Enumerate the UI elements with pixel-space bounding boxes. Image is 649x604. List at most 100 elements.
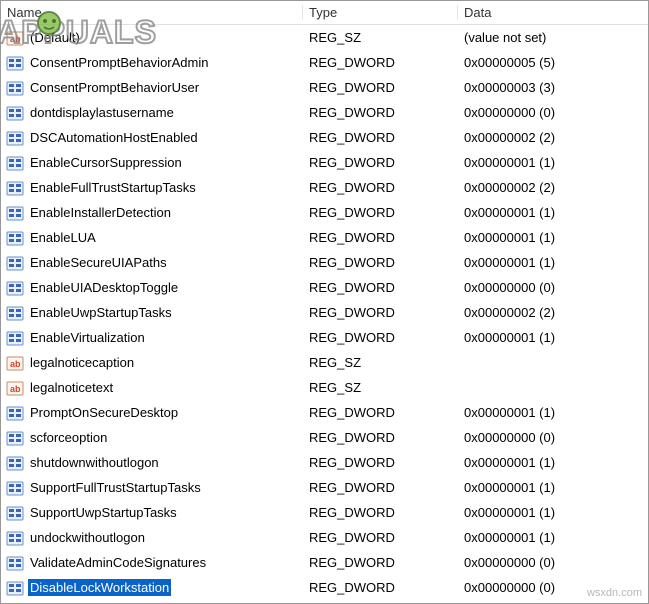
value-name-cell: DSCAutomationHostEnabled (1, 129, 303, 147)
value-data: (value not set) (458, 30, 648, 45)
value-type: REG_DWORD (303, 255, 458, 270)
value-name-cell: ab legalnoticecaption (1, 354, 303, 372)
registry-value-row[interactable]: EnableVirtualizationREG_DWORD0x00000001 … (1, 325, 648, 350)
value-type: REG_SZ (303, 355, 458, 370)
value-name-cell: EnableFullTrustStartupTasks (1, 179, 303, 197)
value-name-cell: DisableLockWorkstation (1, 579, 303, 597)
value-name: ConsentPromptBehaviorUser (28, 79, 201, 96)
value-type: REG_DWORD (303, 430, 458, 445)
value-name: ConsentPromptBehaviorAdmin (28, 54, 210, 71)
registry-value-row[interactable]: scforceoptionREG_DWORD0x00000000 (0) (1, 425, 648, 450)
value-type: REG_DWORD (303, 55, 458, 70)
value-type: REG_DWORD (303, 580, 458, 595)
value-type: REG_DWORD (303, 305, 458, 320)
registry-value-row[interactable]: EnableInstallerDetectionREG_DWORD0x00000… (1, 200, 648, 225)
value-data: 0x00000001 (1) (458, 330, 648, 345)
reg-dword-icon (6, 54, 24, 72)
registry-value-row[interactable]: shutdownwithoutlogonREG_DWORD0x00000001 … (1, 450, 648, 475)
registry-value-row[interactable]: EnableUIADesktopToggleREG_DWORD0x0000000… (1, 275, 648, 300)
reg-dword-icon (6, 279, 24, 297)
value-data: 0x00000001 (1) (458, 505, 648, 520)
reg-dword-icon (6, 429, 24, 447)
registry-value-row[interactable]: ab legalnoticetextREG_SZ (1, 375, 648, 400)
value-type: REG_DWORD (303, 80, 458, 95)
svg-text:ab: ab (10, 359, 21, 369)
reg-dword-icon (6, 229, 24, 247)
reg-sz-icon: ab (6, 354, 24, 372)
reg-sz-icon: ab (6, 29, 24, 47)
value-type: REG_DWORD (303, 405, 458, 420)
value-name-cell: EnableUwpStartupTasks (1, 304, 303, 322)
value-name: EnableInstallerDetection (28, 204, 173, 221)
value-name-cell: dontdisplaylastusername (1, 104, 303, 122)
registry-value-row[interactable]: EnableFullTrustStartupTasksREG_DWORD0x00… (1, 175, 648, 200)
value-name-cell: EnableInstallerDetection (1, 204, 303, 222)
value-name: EnableCursorSuppression (28, 154, 184, 171)
value-data: 0x00000001 (1) (458, 530, 648, 545)
value-type: REG_DWORD (303, 280, 458, 295)
registry-value-row[interactable]: dontdisplaylastusernameREG_DWORD0x000000… (1, 100, 648, 125)
watermark-text: wsxdn.com (587, 587, 642, 599)
registry-value-row[interactable]: SupportUwpStartupTasksREG_DWORD0x0000000… (1, 500, 648, 525)
value-data: 0x00000002 (2) (458, 305, 648, 320)
reg-dword-icon (6, 79, 24, 97)
value-name: undockwithoutlogon (28, 529, 147, 546)
value-name-cell: EnableLUA (1, 229, 303, 247)
column-header-data[interactable]: Data (458, 5, 648, 20)
column-header-row: Name Type Data (1, 1, 648, 25)
value-data: 0x00000001 (1) (458, 230, 648, 245)
value-data: 0x00000001 (1) (458, 480, 648, 495)
value-name-cell: shutdownwithoutlogon (1, 454, 303, 472)
value-type: REG_DWORD (303, 330, 458, 345)
reg-dword-icon (6, 529, 24, 547)
value-name-cell: ab (Default) (1, 29, 303, 47)
registry-value-row[interactable]: ValidateAdminCodeSignatures REG_DWORD0x00… (1, 550, 648, 575)
value-name: EnableFullTrustStartupTasks (28, 179, 198, 196)
registry-value-row[interactable]: PromptOnSecureDesktop REG_DWORD0x00000001… (1, 400, 648, 425)
registry-value-row[interactable]: ConsentPromptBehaviorUserREG_DWORD0x0000… (1, 75, 648, 100)
value-type: REG_DWORD (303, 155, 458, 170)
registry-value-row[interactable]: EnableLUA REG_DWORD0x00000001 (1) (1, 225, 648, 250)
value-type: REG_DWORD (303, 555, 458, 570)
value-name-cell: ValidateAdminCodeSignatures (1, 554, 303, 572)
value-name: EnableLUA (28, 229, 98, 246)
value-type: REG_DWORD (303, 455, 458, 470)
value-name-cell: EnableCursorSuppression (1, 154, 303, 172)
registry-value-row[interactable]: DSCAutomationHostEnabledREG_DWORD0x00000… (1, 125, 648, 150)
value-type: REG_DWORD (303, 505, 458, 520)
registry-value-row[interactable]: ConsentPromptBehaviorAdmin REG_DWORD0x000… (1, 50, 648, 75)
value-name: legalnoticetext (28, 379, 115, 396)
value-name-cell: ab legalnoticetext (1, 379, 303, 397)
value-name: legalnoticecaption (28, 354, 136, 371)
registry-value-row[interactable]: DisableLockWorkstationREG_DWORD0x0000000… (1, 575, 648, 600)
reg-dword-icon (6, 179, 24, 197)
svg-text:ab: ab (10, 34, 21, 44)
registry-value-row[interactable]: undockwithoutlogonREG_DWORD0x00000001 (1… (1, 525, 648, 550)
value-data: 0x00000000 (0) (458, 555, 648, 570)
registry-value-row[interactable]: ab legalnoticecaptionREG_SZ (1, 350, 648, 375)
column-header-type[interactable]: Type (303, 5, 458, 20)
value-data: 0x00000001 (1) (458, 405, 648, 420)
value-name: PromptOnSecureDesktop (28, 404, 180, 421)
registry-value-row[interactable]: EnableUwpStartupTasks REG_DWORD0x00000002… (1, 300, 648, 325)
registry-value-row[interactable]: EnableCursorSuppressionREG_DWORD0x000000… (1, 150, 648, 175)
reg-dword-icon (6, 404, 24, 422)
value-data: 0x00000002 (2) (458, 130, 648, 145)
value-type: REG_SZ (303, 30, 458, 45)
value-data: 0x00000000 (0) (458, 280, 648, 295)
registry-value-row[interactable]: SupportFullTrustStartupTasksREG_DWORD0x0… (1, 475, 648, 500)
value-name-cell: ConsentPromptBehaviorAdmin (1, 54, 303, 72)
reg-dword-icon (6, 579, 24, 597)
reg-dword-icon (6, 479, 24, 497)
value-data: 0x00000001 (1) (458, 255, 648, 270)
value-name: ValidateAdminCodeSignatures (28, 554, 208, 571)
column-header-name[interactable]: Name (1, 5, 303, 20)
value-data: 0x00000005 (5) (458, 55, 648, 70)
value-name: EnableUwpStartupTasks (28, 304, 174, 321)
value-name-cell: SupportUwpStartupTasks (1, 504, 303, 522)
registry-value-row[interactable]: EnableSecureUIAPathsREG_DWORD0x00000001 … (1, 250, 648, 275)
value-name: shutdownwithoutlogon (28, 454, 161, 471)
reg-dword-icon (6, 154, 24, 172)
registry-value-row[interactable]: ab (Default)REG_SZ(value not set) (1, 25, 648, 50)
value-type: REG_DWORD (303, 230, 458, 245)
